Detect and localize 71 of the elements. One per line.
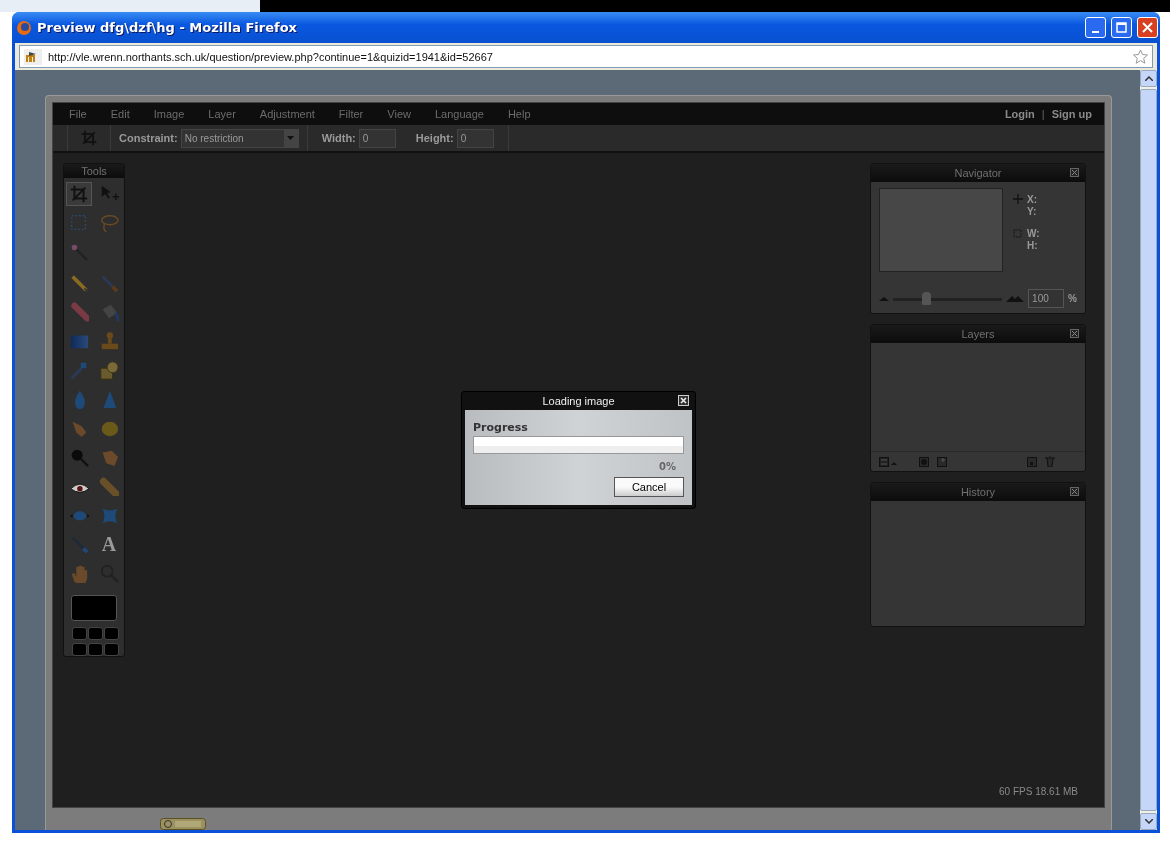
site-icon <box>24 48 42 65</box>
constraint-label: Constraint: <box>119 132 178 144</box>
sign-up-link[interactable]: Sign up <box>1047 108 1096 120</box>
menu-item[interactable]: Layer <box>200 108 248 120</box>
zoom-field[interactable]: 100 <box>1028 289 1065 308</box>
address-field[interactable]: http://vle.wrenn.northants.sch.uk/question/preview.php?continue=1&quizid=1941&id=52667 <box>19 45 1153 68</box>
menu-item[interactable]: Image <box>145 108 197 120</box>
menu-item[interactable]: Help <box>499 108 543 120</box>
trash-icon[interactable] <box>1045 456 1055 467</box>
close-icon <box>1142 22 1153 33</box>
menu-item[interactable]: Adjustment <box>251 108 327 120</box>
menu-item[interactable]: Filter <box>330 108 376 120</box>
h-label: H: <box>1027 240 1039 252</box>
height-label: Height: <box>415 132 454 144</box>
w-label: W: <box>1027 228 1040 240</box>
firefox-icon <box>16 19 32 36</box>
menu-item[interactable]: View <box>379 108 423 120</box>
separator: | <box>1040 108 1046 120</box>
status-text: 60 FPS 18.61 MB <box>999 786 1078 797</box>
swatch-slot[interactable] <box>87 627 103 640</box>
close-icon[interactable] <box>1070 329 1079 338</box>
constraint-dropdown[interactable]: No restriction <box>180 128 299 148</box>
color-swatch[interactable] <box>71 595 117 621</box>
progress-label: Progress <box>473 421 529 434</box>
crosshair-icon <box>1013 194 1023 204</box>
swatch-slot[interactable] <box>103 643 119 656</box>
width-label: Width: <box>321 132 356 144</box>
mask-icon[interactable] <box>919 456 929 467</box>
minimize-button[interactable] <box>1085 17 1106 38</box>
login-link[interactable]: Login <box>1000 108 1039 120</box>
swatch-slot[interactable] <box>71 643 87 656</box>
cancel-button[interactable]: Cancel <box>614 477 684 497</box>
help-icon[interactable] <box>160 818 206 830</box>
close-icon[interactable] <box>1070 487 1079 496</box>
width-field[interactable]: 0 <box>358 128 396 148</box>
swatch-slot[interactable] <box>87 643 103 656</box>
effects-icon[interactable] <box>937 456 947 467</box>
menu-item[interactable]: Language <box>426 108 496 120</box>
slider-thumb[interactable] <box>921 291 931 305</box>
menu-item[interactable]: Edit <box>102 108 142 120</box>
x-label: X: <box>1027 194 1037 206</box>
crop-icon[interactable] <box>66 182 92 207</box>
new-layer-icon[interactable] <box>1027 456 1037 467</box>
scroll-down-button[interactable] <box>1140 813 1157 830</box>
swatch-slot[interactable] <box>71 627 87 640</box>
scroll-up-button[interactable] <box>1140 70 1157 87</box>
crop-icon <box>80 129 98 147</box>
window-title: Preview dfg\dzf\hg - Mozilla Firefox <box>37 20 298 35</box>
close-icon[interactable] <box>1070 168 1079 177</box>
blend-menu-icon[interactable] <box>879 456 897 467</box>
panel-title: Tools <box>81 165 107 178</box>
dialog-title: Loading image <box>542 395 615 407</box>
close-button[interactable] <box>1137 17 1158 38</box>
zoom-in-icon[interactable] <box>1006 295 1025 302</box>
panel-title: Navigator <box>954 167 1002 179</box>
percent-label: % <box>1068 293 1077 304</box>
panel-title: History <box>960 486 996 498</box>
minimize-icon <box>1092 30 1099 33</box>
zoom-out-icon[interactable] <box>879 296 889 301</box>
height-field[interactable]: 0 <box>456 128 494 148</box>
progress-percent: 0% <box>659 461 676 472</box>
swatch-slot[interactable] <box>103 627 119 640</box>
caret-icon <box>287 136 295 140</box>
maximize-button[interactable] <box>1111 17 1132 38</box>
maximize-icon <box>1116 22 1127 33</box>
panel-title: Layers <box>961 328 995 340</box>
y-label: Y: <box>1027 206 1037 218</box>
scrollbar-thumb[interactable] <box>1140 89 1157 811</box>
selection-size-icon <box>1013 228 1023 238</box>
star-icon[interactable] <box>1133 49 1148 64</box>
menu-item[interactable]: File <box>61 108 99 120</box>
